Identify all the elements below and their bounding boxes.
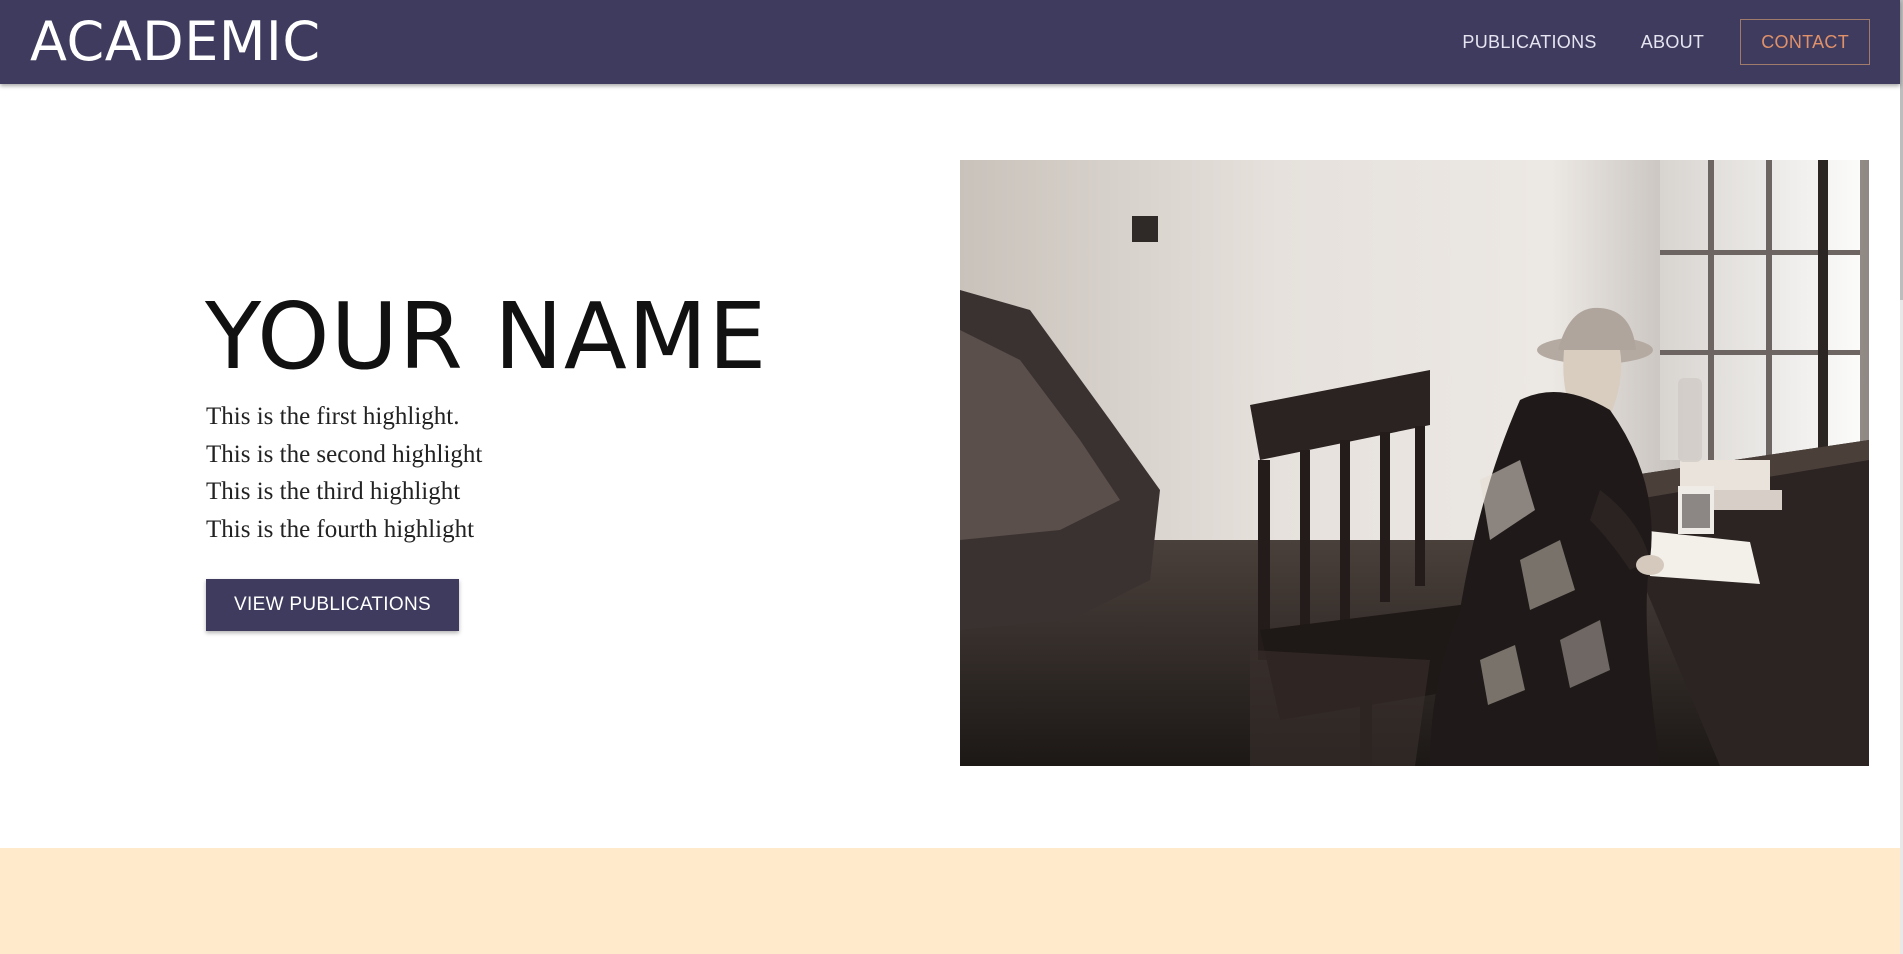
woman-writing-at-desk-photo: [960, 160, 1869, 766]
highlight-item: This is the fourth highlight: [206, 515, 475, 543]
nav-contact-button[interactable]: CONTACT: [1740, 19, 1870, 65]
nav-link-publications[interactable]: PUBLICATIONS: [1440, 19, 1618, 65]
navbar: ACADEMIC PUBLICATIONS ABOUT CONTACT: [0, 0, 1900, 84]
highlight-item: This is the third highlight: [206, 478, 461, 505]
highlights-list: This is the first highlight. This is the…: [206, 398, 482, 548]
highlight-item: This is the second highlight: [206, 440, 483, 468]
hero-name: YOUR NAME: [205, 283, 768, 390]
view-publications-button[interactable]: VIEW PUBLICATIONS: [206, 579, 459, 631]
nav-link-about[interactable]: ABOUT: [1619, 19, 1727, 65]
secondary-section-band: [0, 848, 1900, 954]
site-brand[interactable]: ACADEMIC: [30, 10, 321, 74]
highlight-item: This is the first highlight.: [206, 403, 460, 430]
hero-photo: [960, 160, 1869, 766]
nav-links: PUBLICATIONS ABOUT CONTACT: [1440, 19, 1870, 65]
